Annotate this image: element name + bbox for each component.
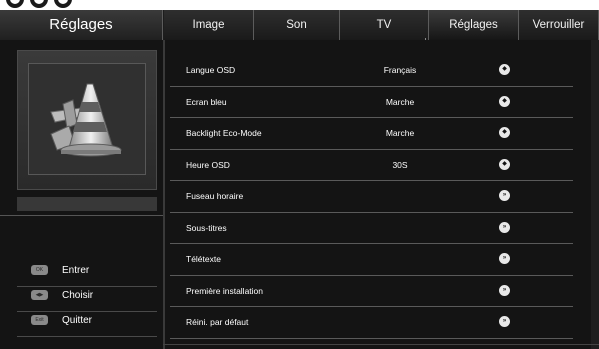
enter-arrow-icon[interactable]: » bbox=[499, 284, 510, 296]
adjust-icon[interactable]: ◆ bbox=[499, 158, 510, 170]
column-divider bbox=[163, 40, 165, 349]
setting-name: Langue OSD bbox=[186, 65, 236, 75]
enter-arrow-icon[interactable]: » bbox=[499, 316, 510, 327]
hint-label: Quitter bbox=[62, 315, 93, 326]
adjust-icon[interactable]: ◆ bbox=[499, 64, 510, 75]
setting-name: Réini. par défaut bbox=[186, 317, 249, 327]
adjust-icon[interactable]: ◆ bbox=[499, 127, 510, 138]
setting-ecran-bleu[interactable]: Ecran bleu Marche ◆ bbox=[170, 87, 573, 118]
setting-heure-osd[interactable]: Heure OSD 30S ◆ bbox=[170, 150, 573, 181]
setting-teletexte[interactable]: Télétexte » bbox=[170, 244, 573, 276]
setting-value: Français bbox=[383, 65, 417, 75]
hint-label: Entrer bbox=[62, 265, 90, 276]
setting-value: Marche bbox=[385, 96, 415, 107]
setting-fuseau-horaire[interactable]: Fuseau horaire » bbox=[170, 181, 573, 213]
key-hints: OK Entrer ◀▶ Choisir Exit Quitter bbox=[17, 262, 157, 337]
setting-name: Heure OSD bbox=[186, 159, 230, 170]
ok-key-icon: OK bbox=[31, 265, 48, 275]
tab-image[interactable]: Image bbox=[164, 10, 254, 40]
exit-key-icon: Exit bbox=[31, 315, 48, 325]
enter-arrow-icon[interactable]: » bbox=[499, 221, 510, 233]
setting-name: Backlight Eco-Mode bbox=[186, 128, 262, 138]
page-title: Réglages bbox=[0, 10, 163, 40]
hint-quit: Exit Quitter bbox=[17, 312, 157, 337]
setting-backlight-eco-mode[interactable]: Backlight Eco-Mode Marche ◆ bbox=[170, 118, 573, 150]
tab-tv[interactable]: TV bbox=[340, 10, 429, 40]
left-status-bar bbox=[17, 197, 157, 211]
setting-name: Fuseau horaire bbox=[186, 191, 244, 201]
tab-reglages[interactable]: Réglages bbox=[425, 10, 522, 45]
tv-settings-screen: Réglages Image Son TV Réglages Verrouill… bbox=[0, 0, 599, 349]
icon-frame bbox=[28, 63, 146, 175]
menu-tabs: Image Son TV Réglages Verrouiller bbox=[164, 10, 599, 45]
top-logo-fragment bbox=[0, 0, 110, 10]
setting-langue-osd[interactable]: Langue OSD Français ◆ bbox=[170, 55, 573, 87]
setting-name: Sous-titres bbox=[186, 222, 227, 233]
enter-arrow-icon[interactable]: » bbox=[499, 190, 510, 201]
adjust-icon[interactable]: ◆ bbox=[499, 95, 510, 107]
left-divider bbox=[0, 215, 163, 216]
settings-list: Langue OSD Français ◆ Ecran bleu Marche … bbox=[170, 55, 573, 339]
enter-arrow-icon[interactable]: » bbox=[499, 253, 510, 264]
menu-header: Réglages Image Son TV Réglages Verrouill… bbox=[0, 10, 599, 45]
setting-reinit-defaut[interactable]: Réini. par défaut » bbox=[170, 307, 573, 339]
setting-sous-titres[interactable]: Sous-titres » bbox=[170, 213, 573, 244]
hint-label: Choisir bbox=[62, 290, 94, 301]
setting-name: Première installation bbox=[186, 285, 264, 296]
setting-name: Ecran bleu bbox=[186, 96, 227, 107]
bottom-divider bbox=[163, 344, 599, 345]
tab-verrouiller[interactable]: Verrouiller bbox=[519, 10, 599, 40]
hint-enter: OK Entrer bbox=[17, 262, 157, 287]
arrow-keys-icon: ◀▶ bbox=[31, 290, 48, 300]
settings-tools-cone-icon bbox=[50, 83, 122, 157]
category-icon-panel bbox=[17, 50, 157, 190]
setting-name: Télétexte bbox=[186, 254, 221, 264]
setting-value: Marche bbox=[385, 128, 415, 138]
setting-premiere-installation[interactable]: Première installation » bbox=[170, 276, 573, 307]
hint-choose: ◀▶ Choisir bbox=[17, 287, 157, 312]
right-edge bbox=[591, 40, 599, 349]
setting-value: 30S bbox=[392, 159, 408, 170]
tab-son[interactable]: Son bbox=[254, 10, 340, 40]
